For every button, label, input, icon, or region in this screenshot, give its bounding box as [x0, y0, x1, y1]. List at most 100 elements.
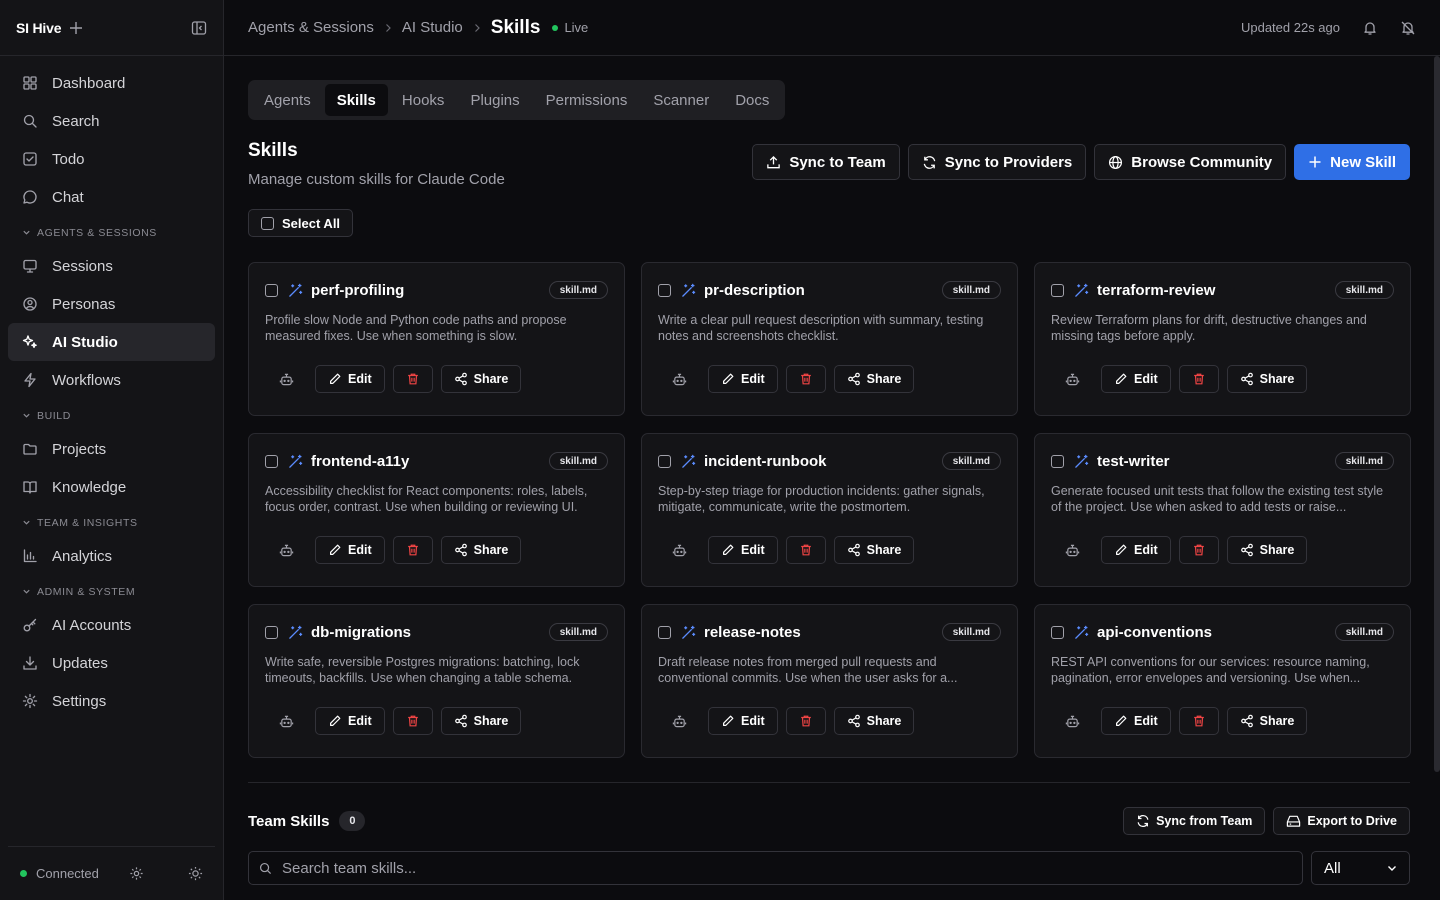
sidebar-item-chat[interactable]: Chat: [8, 178, 215, 216]
share-button[interactable]: Share: [833, 707, 915, 735]
edit-button[interactable]: Edit: [1101, 536, 1171, 564]
robot-icon[interactable]: [1051, 365, 1093, 393]
edit-button[interactable]: Edit: [1101, 707, 1171, 735]
sidebar-item-settings[interactable]: Settings: [8, 682, 215, 720]
sidebar-item-knowledge[interactable]: Knowledge: [8, 468, 215, 506]
sidebar-section-admin-system[interactable]: ADMIN & SYSTEM: [8, 577, 215, 606]
skill-name[interactable]: perf-profiling: [311, 282, 404, 299]
delete-button[interactable]: [785, 707, 826, 735]
edit-button[interactable]: Edit: [708, 707, 778, 735]
robot-icon[interactable]: [658, 365, 700, 393]
tab-hooks[interactable]: Hooks: [390, 84, 457, 116]
skill-name[interactable]: frontend-a11y: [311, 453, 409, 470]
edit-button[interactable]: Edit: [315, 365, 385, 393]
todo-icon: [22, 151, 38, 167]
new-skill-button[interactable]: New Skill: [1294, 144, 1410, 180]
share-button[interactable]: Share: [1226, 707, 1308, 735]
sidebar-section-team-insights[interactable]: TEAM & INSIGHTS: [8, 508, 215, 537]
tab-docs[interactable]: Docs: [723, 84, 781, 116]
delete-button[interactable]: [785, 536, 826, 564]
browse-community-button[interactable]: Browse Community: [1094, 144, 1287, 180]
robot-icon[interactable]: [265, 536, 307, 564]
robot-icon[interactable]: [658, 707, 700, 735]
skill-name[interactable]: test-writer: [1097, 453, 1170, 470]
skill-name[interactable]: terraform-review: [1097, 282, 1215, 299]
tab-scanner[interactable]: Scanner: [641, 84, 721, 116]
team-search-input[interactable]: Search team skills...: [248, 851, 1303, 885]
skill-checkbox[interactable]: [1051, 283, 1064, 297]
tab-agents[interactable]: Agents: [252, 84, 323, 116]
share-button[interactable]: Share: [1226, 536, 1308, 564]
sidebar-item-ai-studio[interactable]: AI Studio: [8, 323, 215, 361]
sidebar-item-personas[interactable]: Personas: [8, 285, 215, 323]
skill-checkbox[interactable]: [1051, 454, 1064, 468]
skill-name[interactable]: pr-description: [704, 282, 805, 299]
skill-checkbox[interactable]: [1051, 625, 1064, 639]
sidebar-section-build[interactable]: BUILD: [8, 401, 215, 430]
tab-permissions[interactable]: Permissions: [534, 84, 640, 116]
sidebar-section-agents-sessions[interactable]: AGENTS & SESSIONS: [8, 218, 215, 247]
delete-button[interactable]: [1178, 365, 1219, 393]
skill-name[interactable]: api-conventions: [1097, 624, 1212, 641]
theme-toggle-icon[interactable]: [188, 866, 203, 881]
sidebar-item-projects[interactable]: Projects: [8, 430, 215, 468]
robot-icon[interactable]: [1051, 536, 1093, 564]
breadcrumb-agents-sessions[interactable]: Agents & Sessions: [248, 19, 374, 36]
delete-button[interactable]: [1178, 536, 1219, 564]
page-subtitle: Manage custom skills for Claude Code: [248, 171, 505, 188]
share-button[interactable]: Share: [440, 707, 522, 735]
sidebar-item-analytics[interactable]: Analytics: [8, 537, 215, 575]
delete-button[interactable]: [785, 365, 826, 393]
robot-icon[interactable]: [1051, 707, 1093, 735]
edit-button[interactable]: Edit: [708, 365, 778, 393]
plus-icon[interactable]: [69, 21, 83, 35]
delete-button[interactable]: [392, 536, 433, 564]
skill-name[interactable]: release-notes: [704, 624, 801, 641]
robot-icon[interactable]: [658, 536, 700, 564]
skill-checkbox[interactable]: [265, 283, 278, 297]
sync-from-team-button[interactable]: Sync from Team: [1123, 807, 1266, 835]
sidebar-item-search[interactable]: Search: [8, 102, 215, 140]
sidebar-item-sessions[interactable]: Sessions: [8, 247, 215, 285]
sidebar-item-ai-accounts[interactable]: AI Accounts: [8, 606, 215, 644]
robot-icon[interactable]: [265, 707, 307, 735]
share-button[interactable]: Share: [440, 536, 522, 564]
edit-button[interactable]: Edit: [315, 707, 385, 735]
skill-checkbox[interactable]: [658, 454, 671, 468]
robot-icon[interactable]: [265, 365, 307, 393]
tab-skills[interactable]: Skills: [324, 84, 388, 116]
sidebar-item-updates[interactable]: Updates: [8, 644, 215, 682]
select-all-checkbox[interactable]: [261, 216, 274, 230]
sidebar-item-dashboard[interactable]: Dashboard: [8, 64, 215, 102]
sidebar-collapse-icon[interactable]: [191, 20, 207, 36]
skill-checkbox[interactable]: [658, 625, 671, 639]
share-button[interactable]: Share: [440, 365, 522, 393]
team-filter-select[interactable]: All: [1311, 851, 1410, 885]
sidebar-item-todo[interactable]: Todo: [8, 140, 215, 178]
gear-icon[interactable]: [129, 866, 144, 881]
skill-name[interactable]: db-migrations: [311, 624, 411, 641]
tab-plugins[interactable]: Plugins: [458, 84, 531, 116]
breadcrumb-ai-studio[interactable]: AI Studio: [402, 19, 463, 36]
sync-to-team-button[interactable]: Sync to Team: [752, 144, 900, 180]
share-button[interactable]: Share: [833, 365, 915, 393]
sync-to-providers-button[interactable]: Sync to Providers: [907, 144, 1087, 180]
skill-checkbox[interactable]: [658, 283, 671, 297]
bell-icon[interactable]: [1362, 20, 1378, 36]
edit-button[interactable]: Edit: [1101, 365, 1171, 393]
skill-checkbox[interactable]: [265, 454, 278, 468]
scrollbar[interactable]: [1434, 56, 1440, 772]
bell-off-icon[interactable]: [1400, 20, 1416, 36]
delete-button[interactable]: [392, 365, 433, 393]
skill-name[interactable]: incident-runbook: [704, 453, 827, 470]
edit-button[interactable]: Edit: [708, 536, 778, 564]
sidebar-item-workflows[interactable]: Workflows: [8, 361, 215, 399]
share-button[interactable]: Share: [1226, 365, 1308, 393]
edit-button[interactable]: Edit: [315, 536, 385, 564]
delete-button[interactable]: [392, 707, 433, 735]
share-button[interactable]: Share: [833, 536, 915, 564]
export-to-drive-button[interactable]: Export to Drive: [1273, 807, 1410, 835]
delete-button[interactable]: [1178, 707, 1219, 735]
skill-checkbox[interactable]: [265, 625, 278, 639]
select-all-button[interactable]: Select All: [248, 209, 354, 237]
